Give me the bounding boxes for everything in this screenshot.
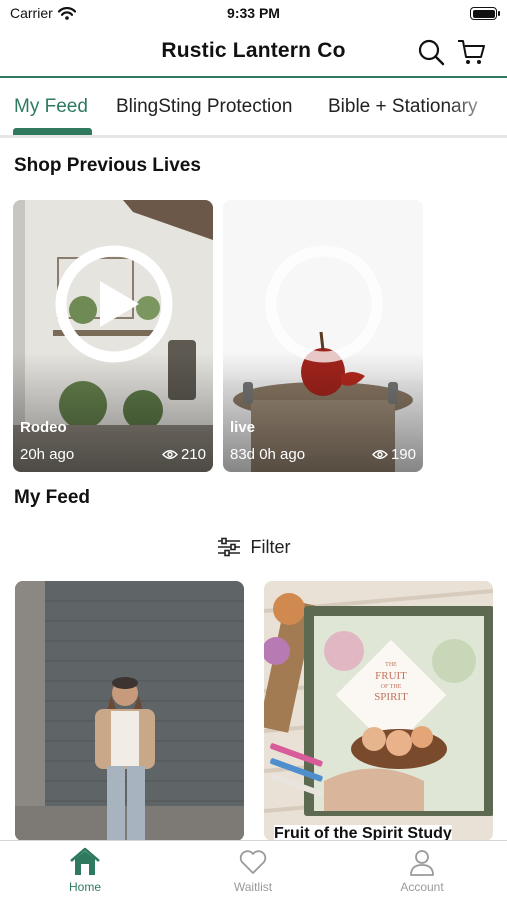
feed-product-photo (15, 581, 244, 841)
person-icon (410, 850, 434, 876)
live-views: 210 (180, 446, 206, 463)
app-header: Rustic Lantern Co (0, 28, 507, 78)
search-icon[interactable] (416, 37, 446, 67)
battery-icon (470, 7, 500, 20)
eye-icon (162, 450, 178, 459)
live-time: 20h ago (20, 446, 75, 463)
book-cover-text-3: OF THE (381, 684, 402, 690)
nav-account[interactable]: Account (372, 847, 472, 894)
live-card[interactable]: live 83d 0h ago 190 (223, 200, 423, 472)
nav-waitlist[interactable]: Waitlist (203, 847, 303, 894)
feed-product-photo: THE FRUIT OF THE SPIRIT (264, 581, 493, 841)
tab-blingsting-protection[interactable]: BlingSting Protection (116, 96, 292, 118)
filter-sliders-icon (217, 537, 240, 557)
category-tabs: My Feed BlingSting Protection Bible + St… (0, 80, 507, 138)
book-cover-text-2: FRUIT (375, 670, 407, 682)
live-time: 83d 0h ago (230, 446, 306, 463)
bottom-navigation: Home Waitlist Account (0, 840, 507, 900)
feed-item-title: Fruit of the Spirit Study (274, 825, 452, 841)
feed-item[interactable]: THE FRUIT OF THE SPIRIT Fruit of the Spi… (264, 581, 493, 841)
nav-waitlist-label: Waitlist (233, 880, 273, 894)
my-feed-heading: My Feed (14, 487, 91, 508)
heart-icon (239, 850, 267, 874)
play-icon[interactable] (53, 243, 175, 365)
play-icon[interactable] (263, 243, 385, 365)
live-name: live (230, 419, 256, 436)
cart-icon[interactable] (456, 37, 486, 67)
book-cover-text-1: THE (385, 662, 397, 668)
tab-my-feed[interactable]: My Feed (14, 96, 88, 118)
live-views: 190 (390, 446, 416, 463)
nav-home-label: Home (68, 880, 101, 894)
feed-item[interactable] (15, 581, 244, 841)
active-tab-indicator (13, 128, 92, 135)
home-icon (70, 847, 100, 875)
previous-lives-heading: Shop Previous Lives (14, 155, 201, 176)
filter-label: Filter (250, 536, 291, 557)
status-time: 9:33 PM (227, 5, 280, 21)
book-cover-text-4: SPIRIT (374, 691, 408, 703)
filter-button[interactable]: Filter (0, 533, 507, 561)
status-bar: Carrier 9:33 PM (0, 0, 507, 28)
eye-icon (372, 450, 388, 459)
nav-home[interactable]: Home (35, 847, 135, 894)
live-card[interactable]: Rodeo 20h ago 210 (13, 200, 213, 472)
nav-account-label: Account (400, 880, 444, 894)
live-name: Rodeo (20, 419, 67, 436)
